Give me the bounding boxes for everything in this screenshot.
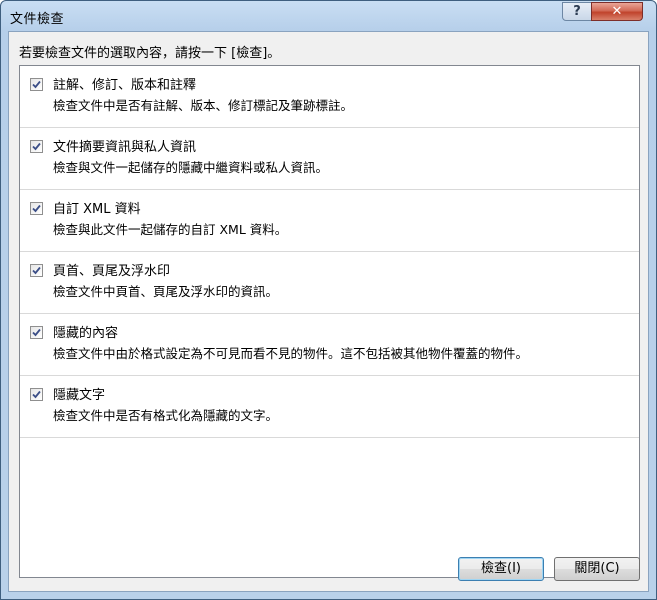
- checkmark-icon: [32, 142, 41, 151]
- item-title: 頁首、頁尾及浮水印: [53, 264, 171, 279]
- title-bar[interactable]: 文件檢查 ? ✕: [1, 1, 656, 31]
- help-icon: ?: [573, 4, 581, 19]
- list-item: 文件摘要資訊與私人資訊 檢查與文件一起儲存的隱藏中繼資料或私人資訊。: [20, 128, 639, 190]
- checkmark-icon: [32, 204, 41, 213]
- list-item: 頁首、頁尾及浮水印 檢查文件中頁首、頁尾及浮水印的資訊。: [20, 252, 639, 314]
- list-item: 隱藏文字 檢查文件中是否有格式化為隱藏的文字。: [20, 376, 639, 438]
- item-title: 自訂 XML 資料: [53, 202, 141, 217]
- item-title: 註解、修訂、版本和註釋: [53, 78, 197, 93]
- checkbox[interactable]: [30, 264, 43, 277]
- checkbox[interactable]: [30, 78, 43, 91]
- checkbox[interactable]: [30, 326, 43, 339]
- checkmark-icon: [32, 390, 41, 399]
- item-title: 隱藏的內容: [53, 326, 119, 341]
- list-item: 隱藏的內容 檢查文件中由於格式設定為不可見而看不見的物件。這不包括被其他物件覆蓋…: [20, 314, 639, 376]
- checkbox[interactable]: [30, 388, 43, 401]
- item-description: 檢查文件中頁首、頁尾及浮水印的資訊。: [53, 284, 279, 299]
- item-description: 檢查與此文件一起儲存的自訂 XML 資料。: [53, 222, 288, 237]
- instruction-text: 若要檢查文件的選取內容，請按一下 [檢查]。: [19, 46, 281, 61]
- checkbox[interactable]: [30, 202, 43, 215]
- checkmark-icon: [32, 80, 41, 89]
- checkmark-icon: [32, 328, 41, 337]
- dialog-window: 文件檢查 ? ✕ 若要檢查文件的選取內容，請按一下 [檢查]。 註解、修訂、版本…: [0, 0, 657, 600]
- dialog-client-area: 若要檢查文件的選取內容，請按一下 [檢查]。 註解、修訂、版本和註釋 檢查文件中…: [8, 31, 649, 592]
- item-description: 檢查文件中是否有格式化為隱藏的文字。: [53, 408, 279, 423]
- list-item: 註解、修訂、版本和註釋 檢查文件中是否有註解、版本、修訂標記及筆跡標註。: [20, 66, 639, 128]
- help-button[interactable]: ?: [562, 2, 592, 21]
- inspect-button[interactable]: 檢查(I): [458, 557, 544, 581]
- close-icon: ✕: [611, 4, 623, 19]
- item-title: 隱藏文字: [53, 388, 106, 403]
- window-title: 文件檢查: [10, 12, 65, 27]
- close-button[interactable]: 關閉(C): [554, 557, 640, 581]
- checkbox[interactable]: [30, 140, 43, 153]
- item-description: 檢查與文件一起儲存的隱藏中繼資料或私人資訊。: [53, 160, 329, 175]
- item-description: 檢查文件中由於格式設定為不可見而看不見的物件。這不包括被其他物件覆蓋的物件。: [53, 346, 529, 361]
- inspection-options-list[interactable]: 註解、修訂、版本和註釋 檢查文件中是否有註解、版本、修訂標記及筆跡標註。 文件摘…: [19, 65, 640, 578]
- list-item: 自訂 XML 資料 檢查與此文件一起儲存的自訂 XML 資料。: [20, 190, 639, 252]
- checkmark-icon: [32, 266, 41, 275]
- item-title: 文件摘要資訊與私人資訊: [53, 140, 197, 155]
- item-description: 檢查文件中是否有註解、版本、修訂標記及筆跡標註。: [53, 98, 354, 113]
- window-close-button[interactable]: ✕: [591, 2, 643, 21]
